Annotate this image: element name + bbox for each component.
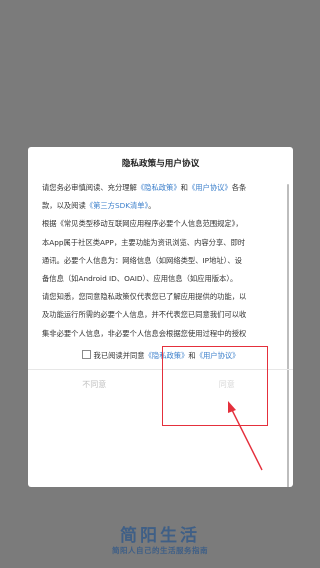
dialog-title: 隐私政策与用户协议 <box>121 159 200 169</box>
sdk-list-link[interactable]: 《第三方SDK清单》 <box>86 201 148 210</box>
brand-logo: 简阳生活 <box>120 526 200 546</box>
privacy-policy-link[interactable]: 《隐私政策》 <box>137 183 181 192</box>
policy-text: 和 <box>180 183 188 192</box>
agree-label: 我已阅读并同意 <box>93 351 145 360</box>
agree-checkbox[interactable] <box>81 350 91 359</box>
policy-text: 款，以及阅读 <box>42 201 86 211</box>
policy-line: 集非必要个人信息，非必要个人信息会根据您使用过程中的授权 <box>42 328 247 338</box>
policy-line: 请您务必审慎阅读、充分理解《隐私政策》和《用户协议》各条 <box>42 179 286 197</box>
policy-line: 本App属于社区类APP，主要功能为资讯浏览、内容分享、即时 <box>42 237 246 247</box>
user-agreement-link[interactable]: 《用户协议》 <box>188 183 232 192</box>
policy-line: 款，以及阅读《第三方SDK清单》。 <box>42 197 286 215</box>
policy-line: 及功能运行所需的必要个人信息，并不代表您已同意我们可以收 <box>42 310 247 320</box>
highlight-box <box>162 346 268 426</box>
disagree-button[interactable]: 不同意 <box>28 370 161 400</box>
policy-text-scroll[interactable]: 请您务必审慎阅读、充分理解《隐私政策》和《用户协议》各条 款，以及阅读《第三方S… <box>42 179 286 487</box>
policy-text: 各条 <box>231 183 247 192</box>
policy-text: 请您务必审慎阅读、充分理解 <box>42 183 137 192</box>
policy-text: 。 <box>148 201 156 211</box>
policy-line: 备信息（如Android ID、OAID）、应用信息（如应用版本）。 <box>42 273 238 283</box>
policy-line: 请您知悉，您同意隐私政策仅代表您已了解应用提供的功能，以 <box>42 292 247 302</box>
policy-line: 根据《常见类型移动互联网应用程序必要个人信息范围规定》， <box>42 219 243 229</box>
brand-slogan: 简阳人自己的生活服务指南 <box>112 546 208 555</box>
policy-line: 通讯。必要个人信息为：网络信息（如网络类型、IP地址）、设 <box>42 255 242 265</box>
privacy-dialog: 隐私政策与用户协议 请您务必审慎阅读、充分理解《隐私政策》和《用户协议》各条 款… <box>28 147 293 487</box>
scrollbar[interactable] <box>287 184 289 487</box>
